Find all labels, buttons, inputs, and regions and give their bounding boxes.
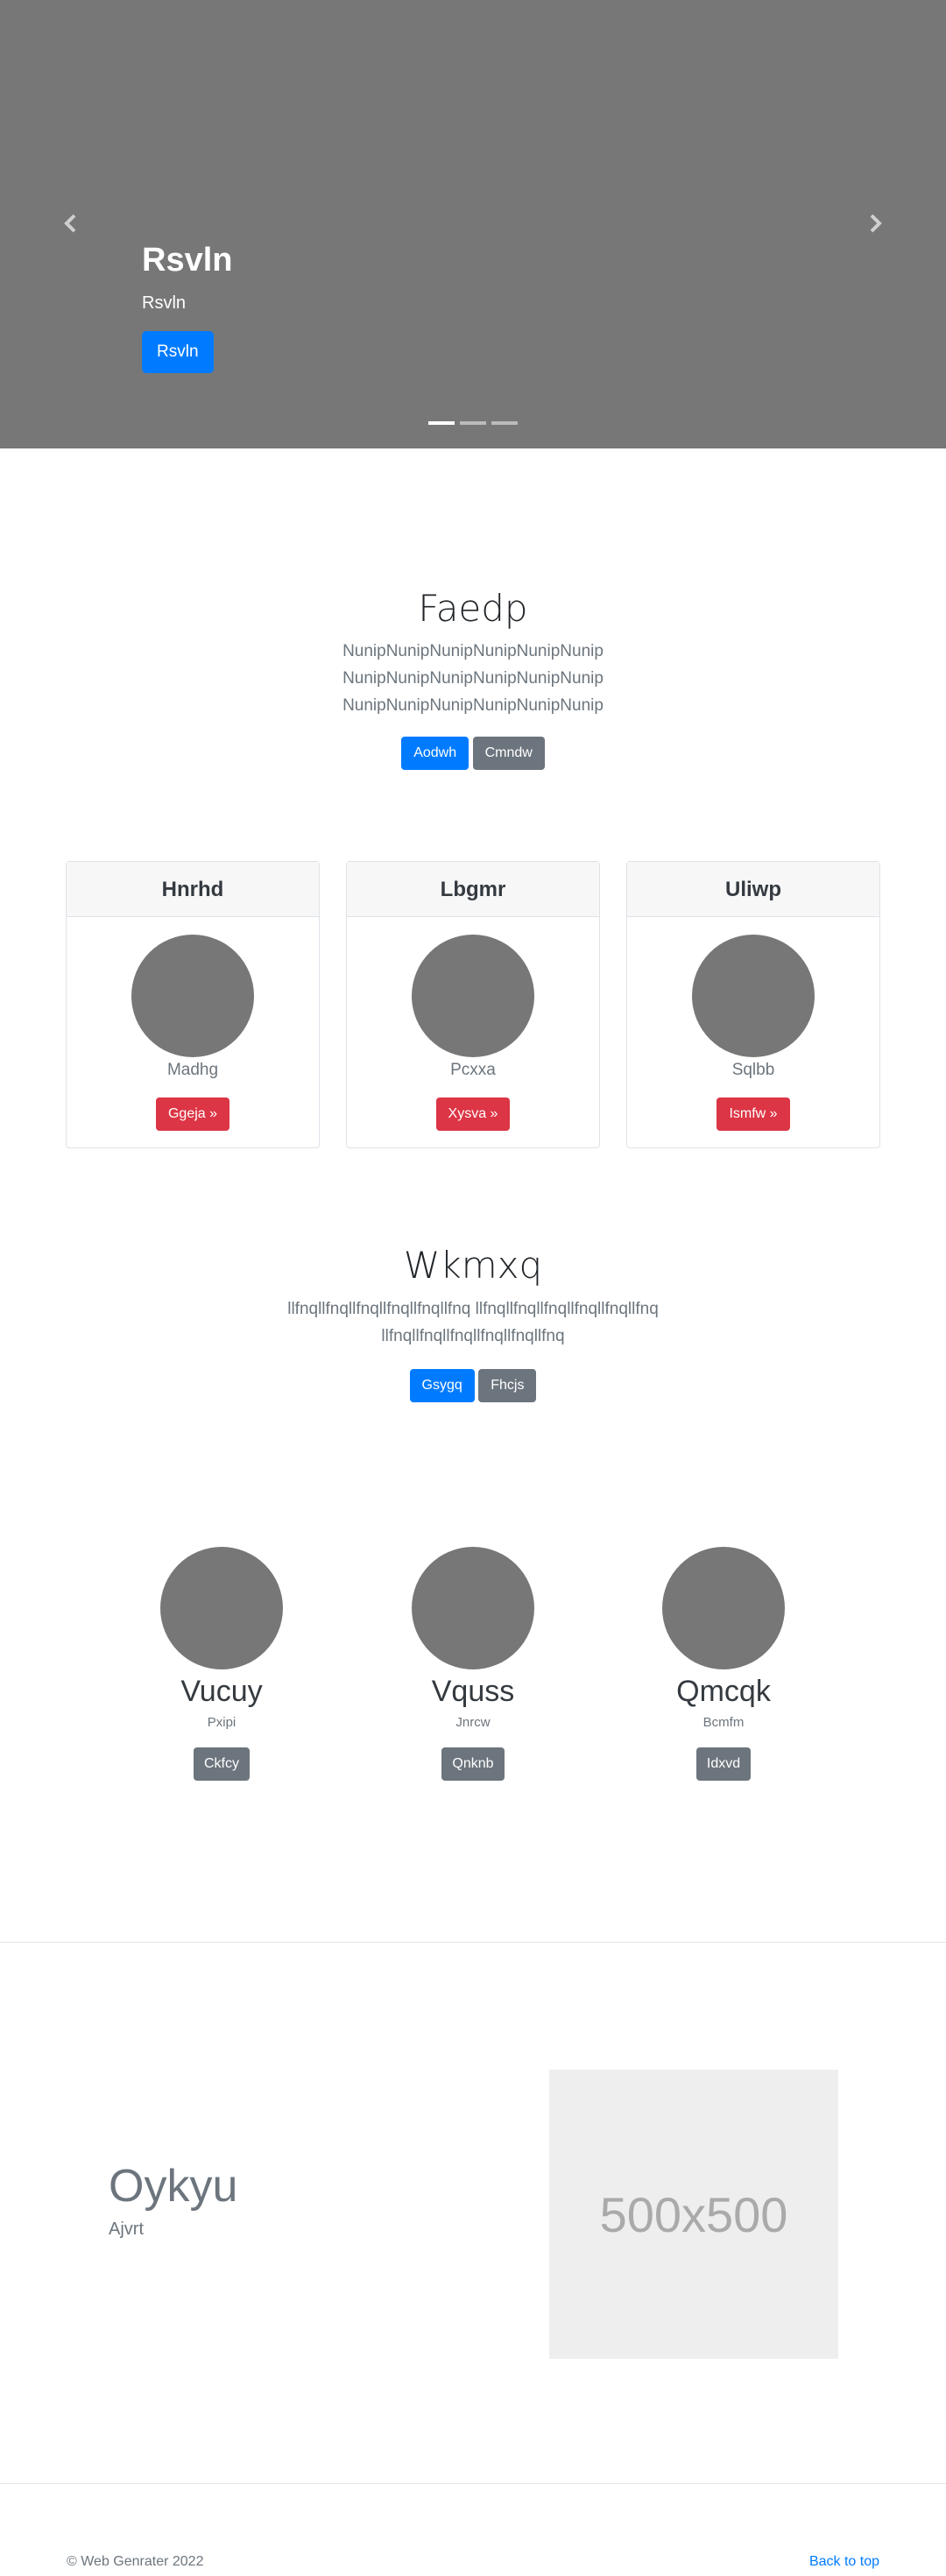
member-button[interactable]: Qnknb [441, 1747, 505, 1781]
footer-copyright: © Web Genrater 2022 [67, 2554, 204, 2569]
member-name: Vucuy [180, 1675, 263, 1708]
team-member: Vucuy Pxipi Ckfcy [125, 1547, 318, 1781]
feature-subtitle: Ajvrt [109, 2220, 144, 2239]
section2-secondary-button[interactable]: Fhcjs [478, 1369, 537, 1402]
chevron-right-icon [870, 214, 882, 233]
carousel-prev-button[interactable] [58, 210, 84, 236]
card: Lbgmr Pcxxa Xysva » [346, 861, 600, 1148]
carousel-indicator-3[interactable] [491, 421, 518, 425]
hero-carousel: Rsvln Rsvln Rsvln [0, 0, 946, 448]
carousel-subtitle: Rsvln [142, 293, 187, 313]
card-text: Sqlbb [731, 1061, 775, 1079]
section2-text: llfnqllfnqllfnqllfnqllfnqllfnq llfnqllfn… [0, 1295, 946, 1350]
back-to-top-link[interactable]: Back to top [809, 2554, 879, 2570]
feature-image-placeholder: 500x500 [549, 2070, 838, 2359]
card-image [412, 935, 534, 1057]
card-header: Uliwp [627, 862, 879, 917]
section2-line: llfnqllfnqllfnqllfnqllfnqllfnq llfnqllfn… [287, 1300, 659, 1318]
intro-secondary-button[interactable]: Cmndw [472, 737, 545, 770]
intro-line: NunipNunipNunipNunipNunipNunip [342, 642, 604, 660]
card: Uliwp Sqlbb Ismfw » [626, 861, 880, 1148]
member-name: Vquss [431, 1675, 515, 1708]
member-role: Bcmfm [702, 1715, 745, 1730]
carousel-indicator-2[interactable] [460, 421, 486, 425]
member-role: Pxipi [207, 1715, 236, 1730]
card-image [131, 935, 254, 1057]
carousel-caption: Rsvln Rsvln Rsvln [142, 238, 232, 373]
avatar [160, 1547, 283, 1669]
card-button[interactable]: Ismfw » [717, 1097, 790, 1131]
divider [0, 1942, 946, 1943]
carousel-title: Rsvln [142, 242, 233, 279]
team-member: Vquss Jnrcw Qnknb [377, 1547, 569, 1781]
section2-buttons: Gsygq Fhcjs [0, 1369, 946, 1402]
member-name: Qmcqk [676, 1675, 771, 1708]
carousel-cta-button[interactable]: Rsvln [142, 331, 214, 373]
intro-buttons: Aodwh Cmndw [0, 737, 946, 770]
avatar [412, 1547, 534, 1669]
intro-title: Faedp [418, 587, 528, 630]
section2: Wkmxq [0, 1244, 946, 1287]
member-button[interactable]: Ckfcy [194, 1747, 250, 1781]
intro-section: Faedp [0, 587, 946, 630]
card-button[interactable]: Ggeja » [155, 1097, 230, 1131]
section2-title: Wkmxq [403, 1244, 543, 1287]
card-image [692, 935, 815, 1057]
team-member: Qmcqk Bcmfm Idxvd [627, 1547, 820, 1781]
intro-line: NunipNunipNunipNunipNunipNunip [342, 696, 604, 715]
card-header: Lbgmr [347, 862, 599, 917]
intro-line: NunipNunipNunipNunipNunipNunip [342, 669, 604, 688]
divider [0, 2483, 946, 2484]
card-text: Pcxxa [450, 1061, 496, 1079]
card-button[interactable]: Xysva » [435, 1097, 511, 1131]
avatar [662, 1547, 785, 1669]
intro-primary-button[interactable]: Aodwh [401, 737, 469, 770]
member-button[interactable]: Idxvd [695, 1747, 752, 1781]
carousel-indicator-1[interactable] [428, 421, 455, 425]
intro-text: NunipNunipNunipNunipNunipNunip NunipNuni… [0, 638, 946, 719]
placeholder-label: 500x500 [599, 2186, 788, 2242]
section2-primary-button[interactable]: Gsygq [409, 1369, 475, 1402]
feature-title: Oykyu [109, 2161, 238, 2212]
carousel-indicators [428, 421, 518, 425]
carousel-next-button[interactable] [862, 210, 888, 236]
card-text: Madhg [166, 1061, 219, 1079]
section2-line: llfnqllfnqllfnqllfnqllfnqllfnq [381, 1327, 565, 1345]
member-role: Jnrcw [455, 1715, 491, 1730]
card-header: Hnrhd [67, 862, 319, 917]
chevron-left-icon [64, 214, 76, 233]
card: Hnrhd Madhg Ggeja » [66, 861, 320, 1148]
